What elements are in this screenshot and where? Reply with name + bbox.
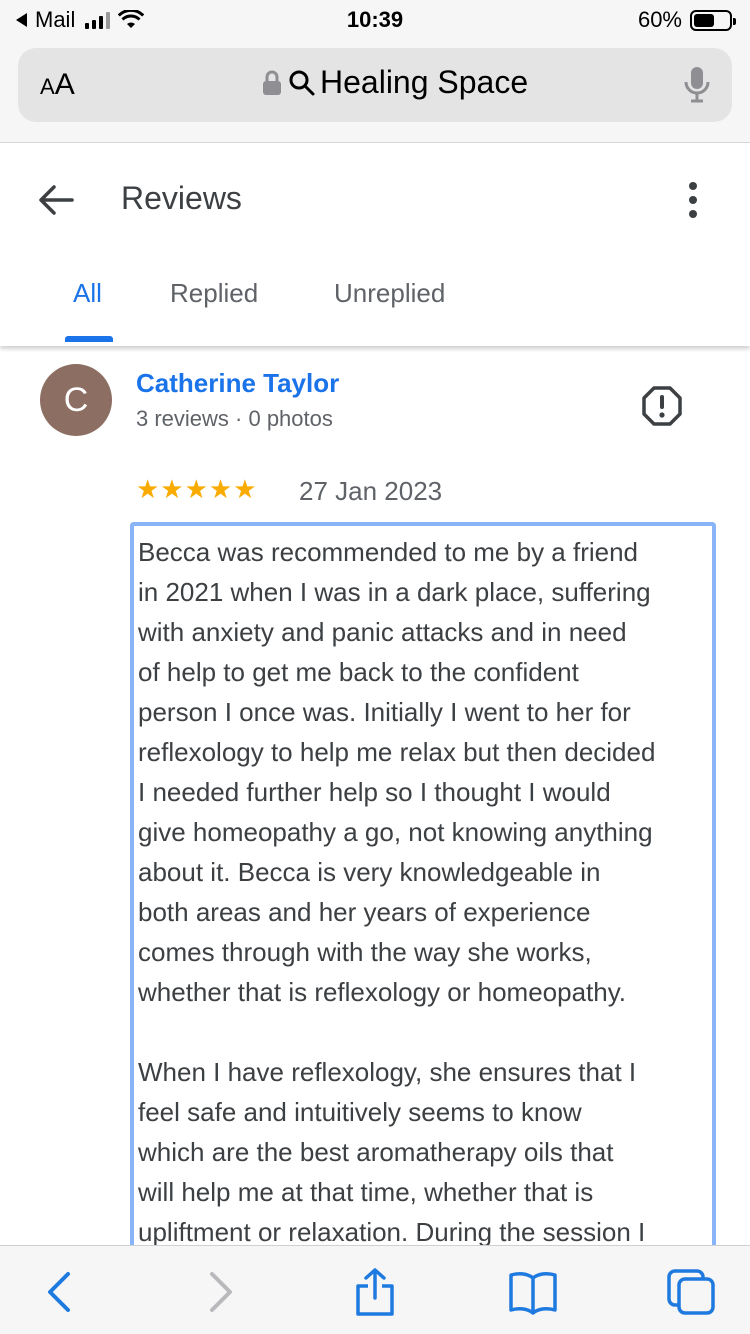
share-icon[interactable] [350, 1268, 400, 1316]
battery-icon [690, 9, 736, 31]
book-icon[interactable] [508, 1268, 558, 1316]
app-header: Reviews All Replied Unreplied [0, 144, 750, 346]
lock-icon [263, 70, 281, 95]
review-text: Becca was recommended to me by a friend … [138, 537, 656, 1247]
battery-percent: 60% [637, 7, 682, 32]
address-bar[interactable]: AA Healing Space [18, 48, 732, 122]
star-rating: ★★★★★ [136, 474, 258, 504]
status-bar: Mail 10:39 60% [0, 0, 750, 40]
avatar[interactable]: C [40, 364, 112, 436]
browser-toolbar: AA Healing Space [0, 40, 750, 143]
screen: Mail 10:39 60% AA Healing Space Reviews … [0, 0, 750, 1334]
address-query: Healing Space [320, 64, 529, 100]
review-date: 27 Jan 2023 [299, 476, 443, 506]
text-size-button[interactable]: AA [40, 68, 75, 102]
reviewer-name[interactable]: Catherine Taylor [136, 368, 339, 399]
reviewer-meta: 3 reviews · 0 photos [136, 406, 333, 431]
review-tabs: All Replied Unreplied [0, 270, 750, 346]
tab-all[interactable]: All [73, 278, 102, 309]
tab-unreplied[interactable]: Unreplied [334, 278, 445, 309]
page-title: Reviews [121, 180, 242, 216]
more-vert-icon[interactable] [678, 180, 708, 220]
chevron-right-icon[interactable] [196, 1268, 246, 1316]
tab-replied[interactable]: Replied [170, 278, 258, 309]
battery-fill [694, 13, 715, 27]
search-icon [289, 70, 315, 95]
battery-status: 60% [637, 7, 736, 33]
report-icon[interactable] [642, 386, 682, 426]
review-card: C Catherine Taylor 3 reviews · 0 photos … [0, 346, 750, 1282]
review-text-box[interactable]: Becca was recommended to me by a friend … [130, 522, 716, 1282]
tabs-icon[interactable] [666, 1268, 716, 1316]
chevron-left-icon[interactable] [34, 1268, 84, 1316]
browser-bottom-toolbar [0, 1245, 750, 1334]
mic-icon[interactable] [684, 66, 710, 104]
address-field[interactable]: Healing Space [262, 64, 528, 101]
active-tab-indicator [65, 336, 113, 342]
arrow-left-icon[interactable] [36, 180, 76, 220]
